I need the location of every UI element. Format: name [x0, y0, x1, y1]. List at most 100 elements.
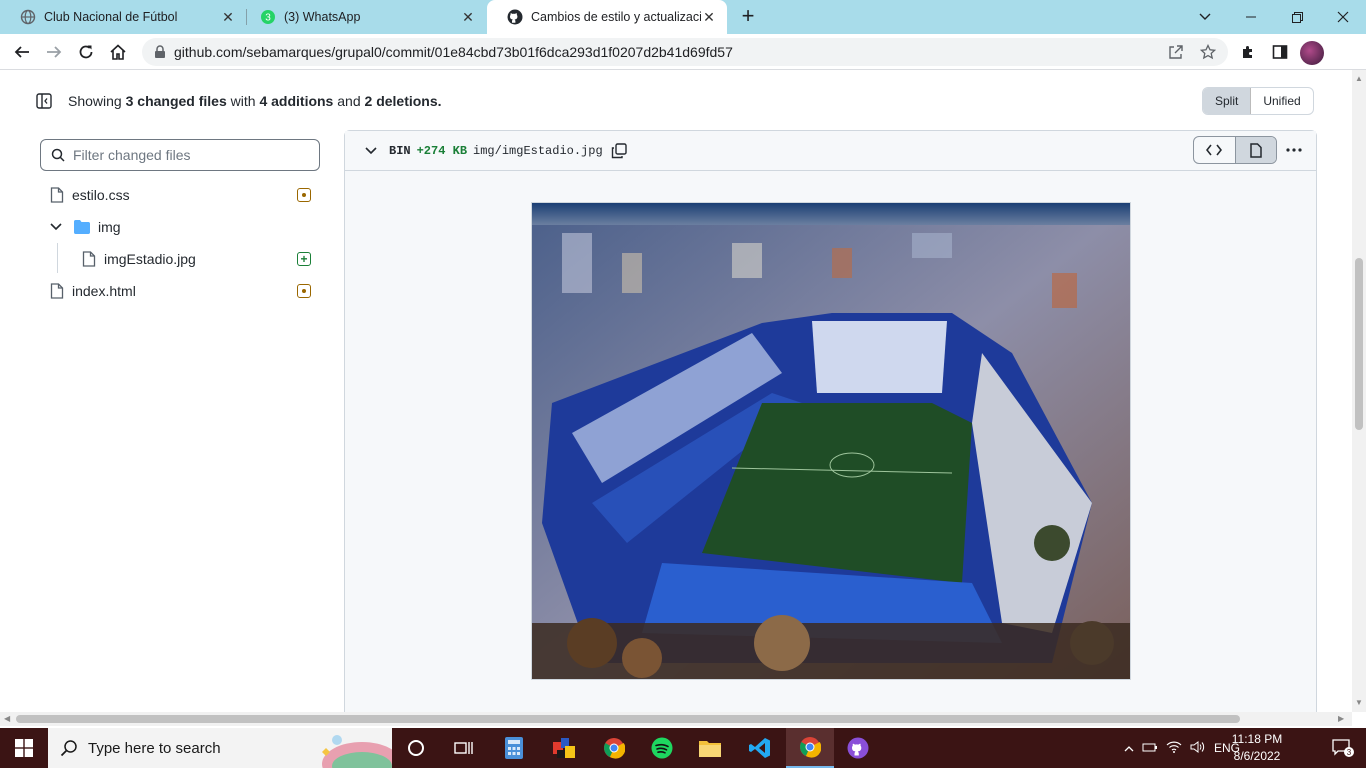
added-status-icon: +: [297, 252, 311, 266]
files-label: changed files: [137, 93, 227, 109]
close-icon[interactable]: ✕: [460, 9, 476, 25]
close-icon[interactable]: ✕: [220, 9, 236, 25]
new-tab-button[interactable]: +: [737, 5, 759, 28]
sidebar-toggle-icon[interactable]: [36, 93, 52, 109]
volume-icon[interactable]: [1186, 740, 1210, 756]
summary-with: with: [230, 93, 256, 109]
svg-text:3: 3: [265, 13, 271, 24]
svg-text:3: 3: [1347, 748, 1352, 757]
tab-club-nacional[interactable]: Club Nacional de Fútbol ✕: [0, 0, 246, 34]
copy-icon[interactable]: [611, 142, 627, 159]
url-text: github.com/sebamarques/grupal0/commit/01…: [174, 44, 733, 60]
file-diff-header: BIN +274 KB img/imgEstadio.jpg: [345, 131, 1316, 171]
cortana-icon[interactable]: [392, 728, 440, 768]
file-tree-item-imgestadio-jpg[interactable]: imgEstadio.jpg: [82, 247, 196, 271]
reload-icon[interactable]: [74, 40, 98, 64]
clock-time: 11:18 PM: [1231, 732, 1283, 746]
tab-title: Cambios de estilo y actualización: [531, 10, 701, 24]
file-explorer-icon[interactable]: [686, 728, 734, 768]
vertical-scroll-thumb[interactable]: [1355, 258, 1363, 430]
tab-title: (3) WhatsApp: [284, 10, 361, 24]
notification-center-icon[interactable]: 3: [1320, 728, 1366, 768]
diff-view-toggle: Split Unified: [1202, 87, 1314, 115]
source-rich-toggle: [1193, 136, 1277, 164]
tab-github-commit[interactable]: Cambios de estilo y actualización ✕: [487, 0, 727, 34]
horizontal-scroll-thumb[interactable]: [16, 715, 1240, 723]
summary-and: and: [337, 93, 361, 109]
file-icon: [50, 187, 64, 203]
filter-changed-files-input[interactable]: Filter changed files: [40, 139, 320, 171]
file-name: imgEstadio.jpg: [104, 251, 196, 267]
files-count: 3: [125, 93, 134, 109]
folder-name: img: [98, 219, 121, 235]
file-name: estilo.css: [72, 187, 130, 203]
modified-status-icon: [297, 188, 311, 202]
chevron-down-icon: [50, 223, 62, 231]
unified-view-button[interactable]: Unified: [1251, 88, 1312, 114]
restore-button[interactable]: [1274, 0, 1320, 34]
search-placeholder: Type here to search: [88, 739, 221, 757]
home-icon[interactable]: [106, 40, 130, 64]
file-diff-panel: BIN +274 KB img/imgEstadio.jpg: [344, 130, 1317, 712]
kebab-menu-icon[interactable]: [1283, 139, 1305, 161]
search-highlight-illustration: [322, 735, 392, 768]
calculator-icon[interactable]: [490, 728, 538, 768]
github-desktop-icon[interactable]: [834, 728, 882, 768]
windows-taskbar: Type here to search ENG 11:18 PM 8/6/202…: [0, 728, 1366, 768]
additions-count: 4: [259, 93, 268, 109]
deletions-count: 2: [364, 93, 373, 109]
task-view-icon[interactable]: [440, 728, 488, 768]
tab-search-chevron-icon[interactable]: [1182, 0, 1228, 34]
scroll-down-arrow-icon[interactable]: ▼: [1355, 698, 1363, 707]
globe-icon: [20, 9, 36, 25]
close-icon[interactable]: ✕: [701, 9, 717, 25]
lock-icon: [154, 45, 166, 62]
file-path[interactable]: img/imgEstadio.jpg: [473, 144, 603, 158]
taskbar-clock[interactable]: 11:18 PM 8/6/2022: [1222, 731, 1292, 765]
file-tree-folder-img[interactable]: img: [50, 215, 121, 239]
share-icon[interactable]: [1164, 40, 1188, 64]
windows-start-icon[interactable]: [0, 728, 48, 768]
scroll-up-arrow-icon[interactable]: ▲: [1355, 74, 1363, 83]
minimize-button[interactable]: [1228, 0, 1274, 34]
diff-summary: Showing 3 changed files with 4 additions…: [36, 87, 442, 115]
file-view-icon[interactable]: [1234, 137, 1276, 163]
back-arrow-icon[interactable]: [10, 40, 34, 64]
summary-prefix: Showing: [68, 93, 122, 109]
profile-avatar[interactable]: [1300, 41, 1324, 65]
address-bar[interactable]: github.com/sebamarques/grupal0/commit/01…: [142, 38, 1228, 66]
taskbar-search-box[interactable]: Type here to search: [48, 728, 392, 768]
battery-plug-icon[interactable]: [1138, 741, 1162, 756]
close-window-button[interactable]: [1320, 0, 1366, 34]
additions-label: additions: [271, 93, 334, 109]
scroll-right-arrow-icon[interactable]: ▶: [1338, 714, 1344, 723]
file-icon: [50, 283, 64, 299]
chrome-icon[interactable]: [590, 728, 638, 768]
tab-title: Club Nacional de Fútbol: [44, 10, 178, 24]
forward-arrow-icon[interactable]: [42, 40, 66, 64]
search-icon: [51, 148, 65, 165]
file-tree-item-index-html[interactable]: index.html: [50, 279, 136, 303]
chevron-down-icon[interactable]: [365, 146, 377, 155]
bookmark-star-icon[interactable]: [1196, 40, 1220, 64]
extensions-puzzle-icon[interactable]: [1236, 40, 1260, 64]
tree-indent-line: [57, 243, 58, 273]
file-name: index.html: [72, 283, 136, 299]
paint-app-icon[interactable]: [540, 728, 588, 768]
horizontal-scrollbar[interactable]: ◀ ▶: [0, 712, 1352, 726]
code-icon[interactable]: [1194, 137, 1235, 163]
whatsapp-icon: 3: [260, 9, 276, 25]
tab-whatsapp[interactable]: 3 (3) WhatsApp ✕: [240, 0, 486, 34]
chrome-active-window-icon[interactable]: [786, 728, 834, 768]
split-view-button[interactable]: Split: [1203, 88, 1252, 114]
modified-status-icon: [297, 284, 311, 298]
vertical-scrollbar[interactable]: ▲ ▼: [1352, 70, 1366, 712]
scroll-left-arrow-icon[interactable]: ◀: [4, 714, 10, 723]
clock-date: 8/6/2022: [1233, 749, 1281, 763]
spotify-icon[interactable]: [638, 728, 686, 768]
show-hidden-icons-chevron-icon[interactable]: [1120, 741, 1138, 755]
side-panel-icon[interactable]: [1268, 40, 1292, 64]
vscode-icon[interactable]: [736, 728, 784, 768]
wifi-icon[interactable]: [1162, 741, 1186, 756]
file-tree-item-estilo-css[interactable]: estilo.css: [50, 183, 130, 207]
